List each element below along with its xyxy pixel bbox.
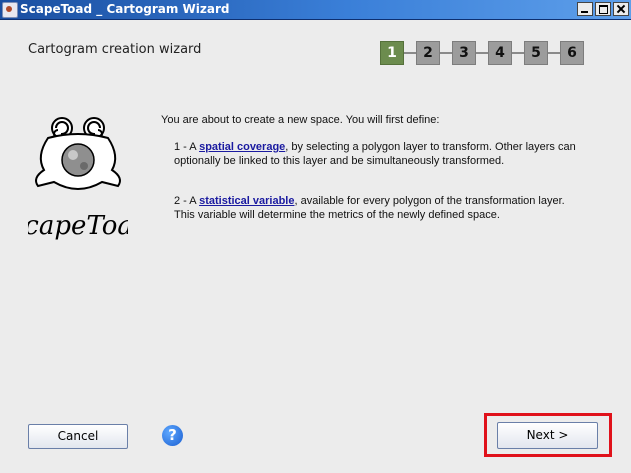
question-mark-icon[interactable]: ? — [162, 425, 183, 446]
step-4: 4 — [488, 41, 512, 65]
item1-prefix: 1 - A — [174, 141, 200, 153]
minimize-icon[interactable] — [577, 2, 593, 16]
statistical-variable-paragraph: 2 - A statistical variable, available fo… — [174, 194, 584, 222]
step-connector — [440, 52, 452, 54]
step-connector — [476, 52, 488, 54]
step-connector — [512, 52, 524, 54]
wizard-title: Cartogram creation wizard — [28, 42, 202, 57]
window-title: ScapeToad _ Cartogram Wizard — [20, 2, 230, 16]
intro-text: You are about to create a new space. You… — [161, 114, 440, 126]
close-icon[interactable] — [613, 2, 629, 16]
title-bar[interactable]: ScapeToad _ Cartogram Wizard — [0, 0, 631, 20]
scapetoad-logo: ScapeToad — [28, 117, 128, 241]
step-3: 3 — [452, 41, 476, 65]
step-6: 6 — [560, 41, 584, 65]
spatial-coverage-paragraph: 1 - A spatial coverage, by selecting a p… — [174, 140, 584, 168]
step-connector — [548, 52, 560, 54]
maximize-icon[interactable] — [595, 2, 611, 16]
logo-text: ScapeToad — [28, 211, 128, 241]
step-1: 1 — [380, 41, 404, 65]
statistical-variable-link[interactable]: statistical variable — [199, 195, 294, 207]
next-button[interactable]: Next > — [497, 422, 598, 449]
cancel-button[interactable]: Cancel — [28, 424, 128, 449]
item2-prefix: 2 - A — [174, 195, 200, 207]
step-5: 5 — [524, 41, 548, 65]
step-2: 2 — [416, 41, 440, 65]
app-icon — [2, 2, 18, 18]
step-connector — [404, 52, 416, 54]
spatial-coverage-link[interactable]: spatial coverage — [199, 141, 285, 153]
